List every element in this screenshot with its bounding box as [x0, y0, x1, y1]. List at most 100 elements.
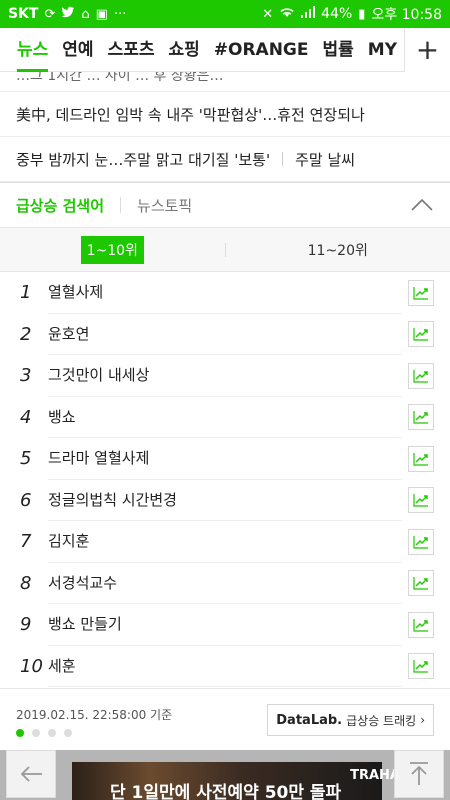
- rank-row[interactable]: 2 윤호연: [0, 314, 450, 355]
- tab-news-topic[interactable]: 뉴스토픽: [137, 195, 192, 216]
- rank-number: 9: [20, 614, 32, 636]
- trend-chart-button[interactable]: [408, 362, 434, 389]
- trend-chart-icon: [413, 577, 428, 590]
- news-item[interactable]: 중부 밤까지 눈…주말 맑고 대기질 '보통' 주말 날씨: [0, 137, 450, 182]
- home-icon: ⌂: [81, 6, 90, 22]
- datalab-brand: DataLab.: [276, 712, 343, 728]
- trend-chart-icon: [413, 369, 428, 383]
- rank-row[interactable]: 9 뱅쇼 만들기: [0, 604, 450, 646]
- trend-chart-button[interactable]: [408, 528, 434, 555]
- carrier-label: SKT: [8, 6, 39, 22]
- page-dot[interactable]: [16, 729, 24, 737]
- tab-4[interactable]: #ORANGE: [207, 28, 316, 72]
- trend-chart-button[interactable]: [408, 279, 434, 306]
- rank-number: 2: [20, 323, 32, 345]
- news-headline: 美中, 데드라인 임박 속 내주 '막판협상'…휴전 연장되나: [16, 105, 365, 124]
- rank-number: 10: [20, 655, 43, 677]
- page-dot[interactable]: [48, 729, 56, 737]
- category-tabs: 뉴스 연예 스포츠 쇼핑 #ORANGE 법률 MY +: [0, 27, 450, 72]
- rank-keyword[interactable]: 윤호연: [48, 314, 402, 355]
- rank-number: 4: [20, 406, 32, 428]
- rank-row[interactable]: 8 서경석교수: [0, 563, 450, 604]
- rank-keyword[interactable]: 열혈사제: [48, 272, 402, 314]
- tab-3[interactable]: 쇼핑: [161, 28, 206, 72]
- back-button[interactable]: [6, 750, 56, 798]
- plus-icon: +: [415, 33, 440, 66]
- rank-number: 3: [20, 365, 32, 387]
- tab-trending-search[interactable]: 급상승 검색어: [16, 195, 104, 216]
- rank-keyword[interactable]: 세훈: [48, 646, 402, 687]
- tab-6[interactable]: MY: [361, 28, 404, 72]
- chevron-up-icon: [411, 199, 433, 211]
- trend-chart-button[interactable]: [408, 404, 434, 431]
- bag-icon: ▣: [95, 6, 108, 22]
- divider: [282, 152, 284, 166]
- rank-row[interactable]: 1 열혈사제: [0, 272, 450, 314]
- tab-0[interactable]: 뉴스: [10, 28, 55, 72]
- rank-keyword[interactable]: 그것만이 내세상: [48, 355, 402, 397]
- tab-rank-11-20[interactable]: 11~20위: [226, 240, 450, 260]
- news-item[interactable]: 美中, 데드라인 임박 속 내주 '막판협상'…휴전 연장되나: [0, 92, 450, 137]
- collapse-button[interactable]: [410, 193, 434, 217]
- rank-keyword[interactable]: 서경석교수: [48, 563, 402, 604]
- twitter-icon: [61, 6, 75, 22]
- add-tab-button[interactable]: +: [404, 27, 450, 72]
- rank-number: 6: [20, 489, 32, 511]
- scroll-top-button[interactable]: [394, 750, 444, 798]
- chevron-right-icon: ›: [420, 713, 425, 727]
- trend-chart-button[interactable]: [408, 570, 434, 597]
- tab-5[interactable]: 법률: [316, 28, 361, 72]
- signal-icon: [301, 6, 316, 22]
- trend-chart-icon: [413, 411, 428, 424]
- back-arrow-icon: [20, 766, 42, 782]
- ranking-footer: 2019.02.15. 22:58:00 기준 DataLab. 급상승 트래킹…: [0, 688, 450, 750]
- rank-row[interactable]: 7 김지훈: [0, 521, 450, 563]
- trend-chart-button[interactable]: [408, 653, 434, 680]
- rank-row[interactable]: 5 드라마 열혈사제: [0, 438, 450, 480]
- wifi-icon: [279, 6, 295, 22]
- trend-chart-icon: [413, 535, 428, 549]
- news-tag[interactable]: 주말 날씨: [295, 149, 355, 170]
- page-dot[interactable]: [32, 729, 40, 737]
- status-bar: SKT ⟳ ⌂ ▣ ··· ✕ 44% ▮ 오후 10:58: [0, 0, 450, 28]
- tab-2[interactable]: 스포츠: [101, 28, 162, 72]
- rank-keyword[interactable]: 뱅쇼: [48, 397, 402, 438]
- trend-chart-icon: [413, 286, 428, 300]
- trend-chart-icon: [413, 328, 428, 341]
- page-dot[interactable]: [64, 729, 72, 737]
- tab-1[interactable]: 연예: [55, 28, 100, 72]
- rank-keyword[interactable]: 정글의법칙 시간변경: [48, 480, 402, 521]
- rank-row[interactable]: 4 뱅쇼: [0, 397, 450, 438]
- trend-chart-icon: [413, 618, 428, 632]
- datalab-label: 급상승 트래킹: [346, 713, 417, 728]
- trend-chart-button[interactable]: [408, 611, 434, 638]
- rank-keyword[interactable]: 뱅쇼 만들기: [48, 604, 402, 646]
- rank-range-tabs: 1~10위 11~20위: [0, 228, 450, 272]
- rank-row[interactable]: 3 그것만이 내세상: [0, 355, 450, 397]
- datalab-tracking-button[interactable]: DataLab. 급상승 트래킹 ›: [267, 704, 434, 736]
- divider: [120, 197, 122, 213]
- ad-banner[interactable]: 단 1일만에 사전예약 50만 돌파 TRAHA: [0, 750, 450, 800]
- trend-chart-button[interactable]: [408, 487, 434, 514]
- rank-row[interactable]: 6 정글의법칙 시간변경: [0, 480, 450, 521]
- sync-icon: ⟳: [44, 6, 56, 22]
- rank-number: 1: [20, 282, 32, 304]
- rank-keyword[interactable]: 드라마 열혈사제: [48, 438, 402, 480]
- trend-chart-icon: [413, 660, 428, 673]
- trend-chart-icon: [413, 452, 428, 466]
- dots-icon: ···: [113, 6, 127, 22]
- news-headline: 중부 밤까지 눈…주말 맑고 대기질 '보통': [16, 150, 271, 169]
- ranking-list: 1 열혈사제 2 윤호연 3 그것만이 내세상 4 뱅쇼 5 드라마 열혈사제 6 정글의법칙 시간변…: [0, 272, 450, 687]
- rank-row[interactable]: 10 세훈: [0, 646, 450, 687]
- battery-label: 44%: [321, 6, 353, 22]
- rank-number: 5: [20, 448, 32, 470]
- tab-list: 뉴스 연예 스포츠 쇼핑 #ORANGE 법률 MY: [0, 28, 404, 72]
- page-indicator: [16, 729, 72, 737]
- news-list: …그 1시간 … 사이 … 후 상황은… 美中, 데드라인 임박 속 내주 '막…: [0, 72, 450, 182]
- news-item-partial[interactable]: …그 1시간 … 사이 … 후 상황은…: [0, 72, 450, 92]
- trend-chart-button[interactable]: [408, 321, 434, 348]
- tab-rank-1-10[interactable]: 1~10위: [0, 235, 225, 264]
- rank-keyword[interactable]: 김지훈: [48, 521, 402, 563]
- trend-chart-button[interactable]: [408, 445, 434, 472]
- scroll-top-icon: [410, 762, 428, 785]
